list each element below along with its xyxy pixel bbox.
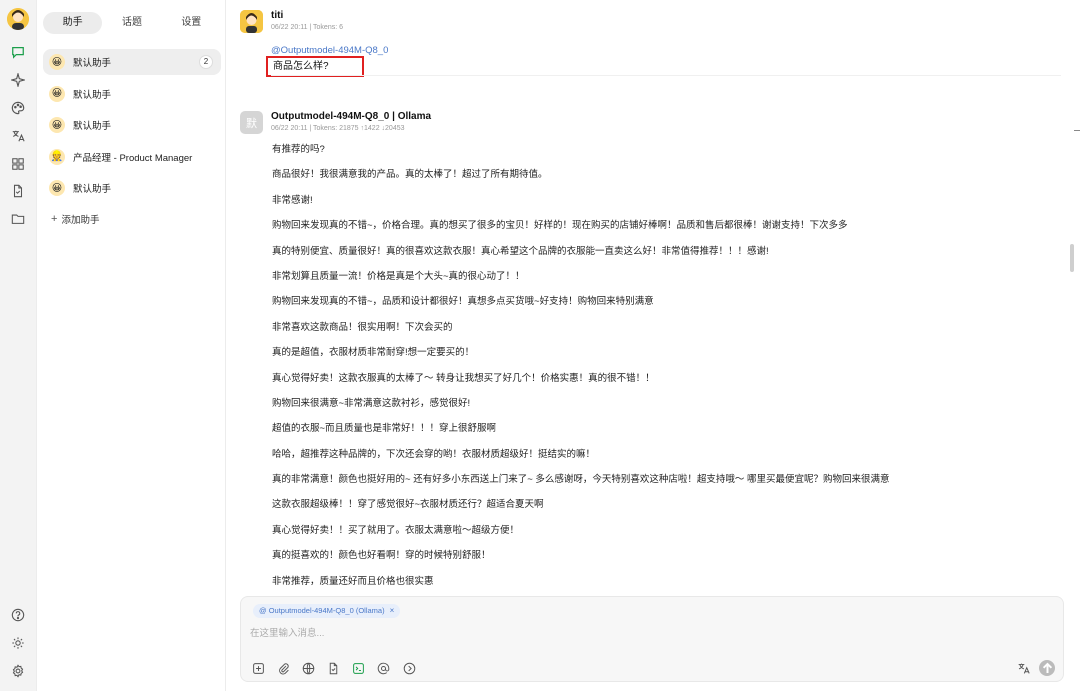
tab-topics[interactable]: 话题 <box>102 12 161 34</box>
reply-paragraph: 有推荐的吗? <box>272 144 325 155</box>
tab-settings[interactable]: 设置 <box>162 12 221 34</box>
user-name: titi <box>271 10 284 21</box>
tab-assistants[interactable]: 助手 <box>43 12 103 34</box>
smile-emoji-icon: 😀 <box>49 117 65 133</box>
help-icon[interactable] <box>8 605 28 625</box>
plus-icon: + <box>51 212 58 225</box>
terminal-mcp-icon[interactable] <box>351 660 367 676</box>
reply-paragraph: 真的挺喜欢的！颜色也好看啊！穿的时候特别舒服！ <box>272 550 491 562</box>
smile-emoji-icon: 😀 <box>49 85 65 102</box>
document-icon[interactable] <box>8 181 28 201</box>
assistant-sidebar: 助手 话题 设置 😀 默认助手 2 😀 默认助手 😀 默认助手 👷 产品经理 -… <box>36 0 226 691</box>
reply-paragraph: 这款衣服超级棒！！穿了感觉很好~衣服材质还行？超适合夏天啊 <box>272 499 544 511</box>
send-button[interactable] <box>1039 660 1055 676</box>
attachment-paperclip-icon[interactable] <box>275 660 291 676</box>
chat-icon[interactable] <box>8 42 28 62</box>
reply-paragraph: 商品很好！我很满意我的产品。真的太棒了！超过了所有期待值。 <box>272 169 548 181</box>
assistant-item-default-3[interactable]: 😀 默认助手 <box>43 112 221 138</box>
composer-right-tools <box>1007 660 1055 676</box>
assistant-item-default-2[interactable]: 😀 默认助手 <box>43 81 221 107</box>
reply-paragraph: 购物回来很满意~非常满意这款衬衫，感觉很好! <box>272 397 471 409</box>
reply-paragraph: 真的特别便宜、质量很好！真的很喜欢这款衣服！真心希望这个品牌的衣服能一直卖这么好… <box>272 245 769 257</box>
assistant-list: 😀 默认助手 2 😀 默认助手 😀 默认助手 👷 产品经理 - Product … <box>43 49 221 231</box>
model-mention-link[interactable]: @Outputmodel-494M-Q8_0 <box>271 45 388 56</box>
chat-main: titi 06/22 20:11 | Tokens: 6 @Outputmode… <box>227 0 1080 691</box>
knowledge-base-icon[interactable] <box>326 660 342 676</box>
icon-rail <box>0 0 36 691</box>
assistant-label: 产品经理 - Product Manager <box>73 152 193 164</box>
assistant-item-default-1[interactable]: 😀 默认助手 2 <box>43 49 221 75</box>
message-divider <box>271 75 1061 76</box>
message-composer: @ Outputmodel-494M-Q8_0 (Ollama) × <box>240 596 1064 682</box>
assistant-message-meta: 06/22 20:11 | Tokens: 21875 ↑1422 ↓20453 <box>271 125 405 132</box>
mentioned-model-chip[interactable]: @ Outputmodel-494M-Q8_0 (Ollama) × <box>253 604 401 618</box>
add-assistant-label: 添加助手 <box>61 214 100 226</box>
reply-paragraph: 哈哈，超推荐这种品牌的，下次还会穿的哟！衣服材质超级好！挺结实的嘛！ <box>272 448 596 460</box>
topic-count-badge: 2 <box>199 55 213 69</box>
reply-paragraph: 购物回来发现真的不错~，品质和设计都很好！真想多点买货哦~好支持！购物回来特别满… <box>272 296 654 308</box>
reply-paragraph: 真的非常满意！颜色也挺好用的~ 还有好多小东西送上门来了~ 多么感谢呀，今天特别… <box>272 474 890 486</box>
assistant-item-product-manager[interactable]: 👷 产品经理 - Product Manager <box>43 144 221 170</box>
user-avatar[interactable] <box>7 8 29 30</box>
reply-paragraph: 非常喜欢这款商品！很实用啊！下次会买的 <box>272 321 453 333</box>
expand-more-icon[interactable] <box>401 660 417 676</box>
smile-emoji-icon: 😀 <box>49 180 65 196</box>
reply-paragraph: 购物回来发现真的不错~，价格合理。真的想买了很多的宝贝！好样的！现在购买的店铺好… <box>272 220 848 232</box>
assistant-label: 默认助手 <box>73 121 112 132</box>
chip-label: @ Outputmodel-494M-Q8_0 (Ollama) <box>259 606 385 615</box>
chat-scrollbar[interactable] <box>1070 244 1074 272</box>
translate-icon[interactable] <box>1015 660 1031 676</box>
add-assistant-button[interactable]: + 添加助手 <box>43 207 221 231</box>
translate-icon[interactable] <box>8 126 28 146</box>
arrow-up-icon <box>1042 662 1052 673</box>
settings-gear-icon[interactable] <box>8 661 28 681</box>
assistant-message-avatar: 默 <box>240 111 263 134</box>
folder-icon[interactable] <box>8 209 28 229</box>
assistant-label: 默认助手 <box>73 89 112 101</box>
user-message-meta: 06/22 20:11 | Tokens: 6 <box>271 24 344 31</box>
user-message-avatar <box>240 10 263 33</box>
message-input[interactable] <box>250 625 1050 641</box>
assistant-label: 默认助手 <box>73 184 112 195</box>
new-topic-icon[interactable] <box>250 660 266 676</box>
apps-grid-icon[interactable] <box>8 154 28 174</box>
sidebar-tabs: 助手 话题 设置 <box>43 12 221 34</box>
palette-icon[interactable] <box>8 98 28 118</box>
reply-paragraph: 真心觉得好卖！这款衣服真的太棒了～ 转身让我想买了好几个！价格实惠！真的很不错！… <box>272 372 655 384</box>
assistant-item-default-4[interactable]: 😀 默认助手 <box>43 175 221 201</box>
reply-paragraph: 非常感谢! <box>272 194 313 206</box>
assistant-reply-body: 有推荐的吗? 商品很好！我很满意我的产品。真的太棒了！超过了所有期待值。 非常感谢!… <box>272 143 1052 600</box>
smile-emoji-icon: 😀 <box>49 54 65 70</box>
reply-paragraph: 超值的衣服~而且质量也是非常好！！！穿上很舒服啊 <box>272 423 497 435</box>
mention-at-icon[interactable] <box>376 660 392 676</box>
composer-toolbar <box>250 660 426 676</box>
assistant-model-name: Outputmodel-494M-Q8_0 | Ollama <box>271 111 432 122</box>
assistant-label: 默认助手 <box>73 58 112 69</box>
person-emoji-icon: 👷 <box>49 148 65 165</box>
user-message-text: 商品怎么样? <box>266 56 364 77</box>
web-search-globe-icon[interactable] <box>300 660 316 676</box>
reply-paragraph: 非常划算且质量一流！价格是真是个大头~真的很心动了！！ <box>272 270 525 282</box>
theme-sun-icon[interactable] <box>8 633 28 653</box>
sparkle-icon[interactable] <box>8 70 28 90</box>
reply-paragraph: 真心觉得好卖！！买了就用了。衣服太满意啦～超级方便！ <box>272 524 520 536</box>
edge-marker <box>1074 130 1080 131</box>
send-button-wrap <box>1039 660 1055 676</box>
chip-remove-icon[interactable]: × <box>390 604 395 618</box>
reply-paragraph: 真的是超值，衣服材质非常耐穿!想一定要买的！ <box>272 347 475 359</box>
